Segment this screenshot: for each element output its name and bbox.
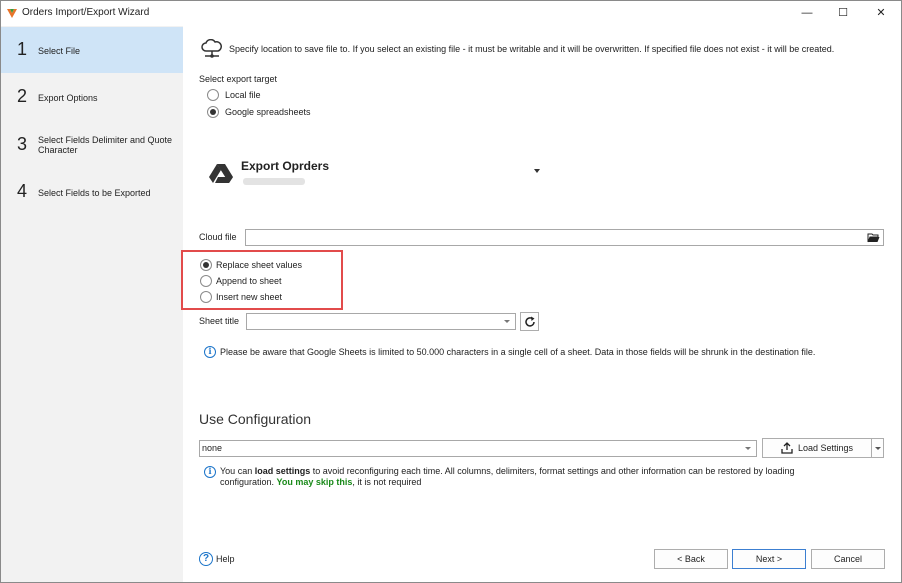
step-label: Select Fields to be Exported <box>38 188 151 198</box>
maximize-button[interactable]: ☐ <box>825 1 861 25</box>
cloud-file-label: Cloud file <box>199 232 237 242</box>
refresh-icon <box>525 316 535 327</box>
config-info-part: , it is not required <box>352 477 422 487</box>
highlight-box <box>181 250 343 310</box>
step-number: 3 <box>17 134 28 154</box>
step-number: 4 <box>17 181 28 201</box>
help-link[interactable]: Help <box>216 554 235 564</box>
next-button[interactable]: Next > <box>732 549 806 569</box>
chevron-down-icon <box>745 447 751 450</box>
app-logo-icon <box>7 9 17 18</box>
config-heading: Use Configuration <box>199 411 312 427</box>
export-target-label: Select export target <box>199 74 278 84</box>
step-number: 1 <box>17 39 28 59</box>
step-label: Export Options <box>38 93 98 103</box>
minimize-button[interactable]: — <box>789 1 825 25</box>
radio-google-spreadsheets[interactable] <box>207 106 219 118</box>
sheet-title-select[interactable] <box>246 313 516 330</box>
step-number: 2 <box>17 86 28 106</box>
wizard-window: Orders Import/Export Wizard — ☐ ✕ 1 Sele… <box>0 0 902 583</box>
open-folder-icon[interactable] <box>867 232 880 243</box>
sheet-title-label: Sheet title <box>199 316 240 326</box>
account-dropdown-arrow-icon[interactable] <box>534 169 540 173</box>
config-info-text: You can load settings to avoid reconfigu… <box>220 466 860 488</box>
load-settings-button[interactable]: Load Settings <box>762 438 872 458</box>
close-button[interactable]: ✕ <box>863 1 899 25</box>
window-title: Orders Import/Export Wizard <box>22 7 150 18</box>
load-settings-label: Load Settings <box>798 443 854 453</box>
radio-local-file[interactable] <box>207 89 219 101</box>
config-info-part: You can <box>220 466 255 476</box>
step-label: Select Fields Delimiter and Quote Charac… <box>38 135 173 155</box>
config-select[interactable]: none <box>199 440 757 457</box>
header-text: Specify location to save file to. If you… <box>229 44 835 54</box>
config-info-part: to avoid reconfiguring each time. All co… <box>310 466 795 476</box>
chevron-down-icon <box>504 320 510 323</box>
step-select-file[interactable]: 1 Select File <box>1 27 183 73</box>
load-settings-dropdown-button[interactable] <box>871 438 884 458</box>
radio-google-spreadsheets-label[interactable]: Google spreadsheets <box>225 107 311 117</box>
upload-icon <box>781 442 793 454</box>
skip-hint: You may skip this <box>276 477 353 487</box>
cloud-upload-icon <box>201 39 222 58</box>
help-icon[interactable]: ? <box>199 552 213 566</box>
info-icon: i <box>204 466 216 478</box>
steps-sidebar: 1 Select File 2 Export Options 3 Select … <box>1 26 183 582</box>
google-drive-icon <box>209 164 233 183</box>
config-info-bold: load settings <box>254 466 311 476</box>
step-export-options[interactable]: 2 Export Options <box>1 74 183 120</box>
info-icon: i <box>204 346 216 358</box>
config-info-part: configuration. <box>220 477 277 487</box>
chevron-down-icon <box>875 447 881 450</box>
radio-local-file-label[interactable]: Local file <box>225 90 261 100</box>
google-sheets-notice: Please be aware that Google Sheets is li… <box>220 347 816 357</box>
cancel-button[interactable]: Cancel <box>811 549 885 569</box>
account-email-redacted <box>243 178 305 185</box>
title-bar: Orders Import/Export Wizard — ☐ ✕ <box>1 1 901 25</box>
step-delimiter[interactable]: 3 Select Fields Delimiter and Quote Char… <box>1 122 183 168</box>
step-label: Select File <box>38 46 81 56</box>
cloud-file-input[interactable] <box>245 229 884 246</box>
step-fields[interactable]: 4 Select Fields to be Exported <box>1 169 183 215</box>
config-select-value: none <box>202 443 223 453</box>
refresh-button[interactable] <box>520 312 539 331</box>
account-name: Export Oprders <box>241 159 330 173</box>
back-button[interactable]: < Back <box>654 549 728 569</box>
